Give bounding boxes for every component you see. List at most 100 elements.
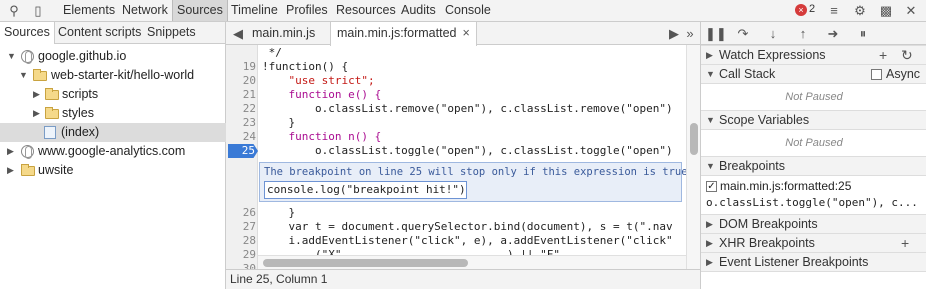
tab-snippets[interactable]: Snippets — [143, 22, 200, 43]
console-drawer-icon[interactable]: ≡ — [826, 3, 842, 19]
toggle-debugger-icon[interactable]: ▶ — [666, 26, 682, 42]
collapse-triangle-icon[interactable]: ▶ — [33, 85, 40, 104]
tree-item-styles[interactable]: ▶ styles — [0, 104, 226, 123]
code-line[interactable]: ("X" . ) || "F" . — [262, 248, 672, 255]
line-number[interactable]: 26 — [226, 206, 256, 220]
line-number[interactable]: 20 — [226, 74, 256, 88]
refresh-icon[interactable]: ↻ — [901, 46, 913, 65]
add-icon[interactable]: + — [901, 234, 909, 253]
expand-triangle-icon[interactable]: ▼ — [7, 47, 16, 66]
watch-expressions-header[interactable]: ▶ Watch Expressions + ↻ — [701, 45, 926, 65]
code-line[interactable]: o.classList.toggle("open"), c.classList.… — [262, 144, 672, 158]
more-tabs-icon[interactable]: » — [682, 26, 698, 42]
collapse-triangle-icon[interactable]: ▶ — [7, 142, 14, 161]
tab-sources[interactable]: Sources — [172, 0, 228, 21]
tree-item-uwsite[interactable]: ▶ uwsite — [0, 161, 226, 180]
line-number[interactable] — [226, 46, 256, 60]
section-label: DOM Breakpoints — [719, 217, 818, 231]
error-count[interactable]: 2 — [809, 3, 815, 15]
breakpoint-checkbox[interactable]: ✓ — [706, 181, 717, 192]
breakpoints-header[interactable]: ▼ Breakpoints — [701, 156, 926, 176]
tree-item-google-github[interactable]: ▼ google.github.io — [0, 47, 226, 66]
devtools-toolbar: ⚲ ▯ Elements Network Sources Timeline Pr… — [0, 0, 926, 22]
section-label: Event Listener Breakpoints — [719, 255, 869, 269]
code-line[interactable]: function n() { — [262, 130, 672, 144]
breakpoint-location[interactable]: main.min.js:formatted:25 — [720, 179, 851, 193]
line-number[interactable]: 23 — [226, 116, 256, 130]
line-number[interactable]: 27 — [226, 220, 256, 234]
editor-tab-label: main.min.js:formatted — [337, 26, 457, 40]
tree-item-google-analytics[interactable]: ▶ www.google-analytics.com — [0, 142, 226, 161]
deactivate-breakpoints-icon[interactable]: ➜ — [825, 26, 841, 42]
close-icon[interactable]: ✕ — [903, 3, 919, 19]
tab-sources-nav[interactable]: Sources — [0, 22, 55, 44]
tab-content-scripts[interactable]: Content scripts — [54, 22, 145, 43]
folder-icon — [33, 69, 47, 81]
editor-tab-formatted[interactable]: main.min.js:formatted × — [330, 22, 477, 46]
step-over-icon[interactable]: ↷ — [735, 26, 751, 42]
scrollbar-thumb[interactable] — [690, 123, 698, 155]
horizontal-scrollbar[interactable] — [258, 255, 686, 269]
event-listener-breakpoints-header[interactable]: ▶ Event Listener Breakpoints — [701, 252, 926, 272]
dock-icon[interactable]: ▩ — [878, 3, 894, 19]
code-line[interactable]: */ — [262, 46, 672, 60]
folder-icon — [45, 88, 59, 100]
toggle-navigator-icon[interactable]: ◀ — [230, 26, 246, 42]
scope-variables-header[interactable]: ▼ Scope Variables — [701, 110, 926, 130]
tab-console[interactable]: Console — [441, 0, 495, 21]
call-stack-header[interactable]: ▼ Call Stack Async — [701, 64, 926, 84]
collapse-triangle-icon[interactable]: ▶ — [7, 161, 14, 180]
line-gutter[interactable]: 19 20 21 22 23 24 25 26 27 28 29 30 — [226, 45, 258, 275]
breakpoint-marker[interactable]: 25 — [228, 144, 258, 158]
call-stack-status: Not Paused — [785, 91, 843, 103]
line-number[interactable]: 24 — [226, 130, 256, 144]
debugger-toolbar: ❚❚ ↷ ↓ ↑ ➜ ⏸ — [701, 22, 926, 45]
code-line[interactable]: "use strict"; — [262, 74, 672, 88]
close-tab-icon[interactable]: × — [462, 26, 469, 40]
async-checkbox[interactable] — [871, 69, 882, 80]
device-icon[interactable]: ▯ — [30, 3, 46, 19]
line-number[interactable]: 19 — [226, 60, 256, 74]
expand-triangle-icon: ▼ — [706, 115, 715, 125]
code-line[interactable]: i.addEventListener("click", e), a.addEve… — [262, 234, 672, 248]
scrollbar-thumb[interactable] — [263, 259, 468, 267]
step-out-icon[interactable]: ↑ — [795, 26, 811, 41]
error-icon[interactable]: × — [795, 4, 807, 16]
editor-tabs: ◀ main.min.js main.min.js:formatted × ▶ » — [226, 22, 700, 46]
settings-icon[interactable]: ⚙ — [852, 3, 868, 19]
section-label: Call Stack — [719, 67, 776, 81]
tab-network[interactable]: Network — [118, 0, 172, 21]
breakpoint-condition-input[interactable]: console.log("breakpoint hit!") — [264, 181, 467, 199]
xhr-breakpoints-header[interactable]: ▶ XHR Breakpoints + — [701, 233, 926, 253]
search-icon[interactable]: ⚲ — [6, 3, 22, 19]
tab-elements[interactable]: Elements — [59, 0, 119, 21]
tree-item-web-starter-kit[interactable]: ▼ web-starter-kit/hello-world — [0, 66, 226, 85]
add-icon[interactable]: + — [879, 46, 887, 65]
tree-item-index[interactable]: (index) — [0, 123, 226, 142]
vertical-scrollbar[interactable] — [686, 45, 700, 269]
expand-triangle-icon[interactable]: ▼ — [19, 66, 28, 85]
line-number[interactable]: 22 — [226, 102, 256, 116]
line-number[interactable]: 21 — [226, 88, 256, 102]
code-line[interactable]: } — [262, 116, 672, 130]
code-line[interactable]: } — [262, 206, 672, 220]
code-line[interactable]: !function() { — [262, 60, 672, 74]
line-number[interactable]: 29 — [226, 248, 256, 262]
collapse-triangle-icon[interactable]: ▶ — [33, 104, 40, 123]
tab-resources[interactable]: Resources — [332, 0, 400, 21]
tab-timeline[interactable]: Timeline — [227, 0, 282, 21]
source-editor: ◀ main.min.js main.min.js:formatted × ▶ »… — [226, 22, 700, 289]
tab-profiles[interactable]: Profiles — [282, 0, 332, 21]
step-into-icon[interactable]: ↓ — [765, 26, 781, 41]
code-line[interactable]: var t = document.querySelector.bind(docu… — [262, 220, 672, 234]
editor-tab-main-min-js[interactable]: main.min.js — [246, 22, 321, 45]
tab-audits[interactable]: Audits — [397, 0, 440, 21]
dom-breakpoints-header[interactable]: ▶ DOM Breakpoints — [701, 214, 926, 234]
line-number[interactable]: 28 — [226, 234, 256, 248]
code-line[interactable]: o.classList.remove("open"), c.classList.… — [262, 102, 672, 116]
tree-item-scripts[interactable]: ▶ scripts — [0, 85, 226, 104]
breakpoint-code-snippet[interactable]: o.classList.toggle("open"), c... — [706, 196, 918, 209]
pause-icon[interactable]: ❚❚ — [705, 26, 727, 42]
pause-on-exceptions-icon[interactable]: ⏸ — [855, 26, 871, 42]
code-line[interactable]: function e() { — [262, 88, 672, 102]
